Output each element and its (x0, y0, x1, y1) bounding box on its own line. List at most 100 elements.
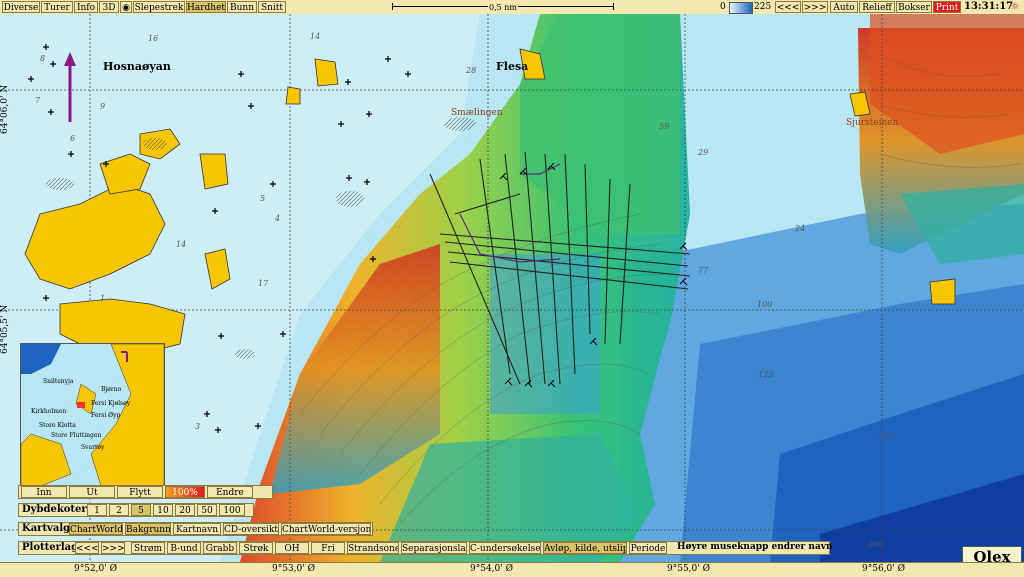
layer-separasjonslag-button[interactable]: Separasjonslag (401, 542, 467, 554)
menu-diverse[interactable]: Diverse (2, 1, 40, 13)
menu-info[interactable]: Info (74, 1, 98, 13)
depth-contour-2[interactable]: 2 (109, 504, 129, 516)
zoom-out-button[interactable]: Ut (69, 486, 115, 498)
layer-strok-button[interactable]: Strøk (239, 542, 273, 554)
depth-label: 28 (466, 66, 477, 75)
layer-strom-button[interactable]: Strøm (131, 542, 165, 554)
top-toolbar: Diverse Turer Info 3D ◉ Slepestrek Hardh… (0, 0, 1024, 15)
zoom-level-button[interactable]: 100% (165, 486, 205, 498)
minimap-label: Sniltenyja (43, 378, 74, 385)
cd-oversikt-button[interactable]: CD-oversikt (223, 523, 279, 535)
minimap-label: Fersi Kjølsøy (91, 400, 131, 407)
place-hosnaoyan: Hosnaøyan (103, 60, 171, 73)
bokser-button[interactable]: Bokser (896, 1, 932, 13)
depth-gradient (729, 2, 753, 14)
next-button[interactable]: >>> (802, 1, 828, 13)
depth-label: 9 (100, 102, 106, 111)
layer-strandsone-button[interactable]: Strandsone (347, 542, 399, 554)
menu-3d[interactable]: 3D (99, 1, 119, 13)
edit-button[interactable]: Endre (207, 486, 253, 498)
layer-fri-button[interactable]: Fri (311, 542, 345, 554)
depth-label: 29 (698, 148, 709, 157)
depth-contour-1[interactable]: 1 (87, 504, 107, 516)
sun-icon[interactable]: ☼ (1010, 0, 1020, 13)
print-button[interactable]: Print (933, 1, 961, 13)
chart-map[interactable]: Hosnaøyan Flesa Smælingen Sjursteinen 16… (0, 14, 1024, 568)
depth-label: 1 (100, 294, 106, 303)
depth-max-label: 225 (754, 2, 772, 12)
target-icon[interactable]: ◉ (120, 1, 132, 13)
depth-label: 360 (868, 540, 884, 549)
relieff-button[interactable]: Relieff (859, 1, 895, 13)
depth-contour-5[interactable]: 5 (131, 504, 151, 516)
place-sjursteinen: Sjursteinen (846, 118, 899, 128)
lon-label: 9°53,0' Ø (272, 564, 315, 574)
prev-button[interactable]: <<< (775, 1, 801, 13)
minimap-label: Store Fluttingen (51, 432, 102, 439)
depth-label: 24 (795, 224, 806, 233)
depth-label: 5 (260, 194, 266, 203)
scale-label: 0,5 nm (488, 3, 519, 12)
plotterlag-prev-button[interactable]: <<< (75, 542, 99, 554)
kartnavn-button[interactable]: Kartnavn (173, 523, 221, 535)
depth-contour-20[interactable]: 20 (175, 504, 195, 516)
depth-contour-100[interactable]: 100 (219, 504, 245, 516)
auto-button[interactable]: Auto (830, 1, 858, 13)
kartvalg-row: Kartvalg ChartWorld Bakgrunn Kartnavn CD… (18, 522, 373, 536)
plotterlag-hint: Høyre museknapp endrer navn (677, 542, 833, 552)
depth-label: 6 (70, 134, 76, 143)
minimap-label: Bjørno (101, 386, 122, 393)
dybdekoter-label: Dybdekoter (22, 504, 87, 515)
scale-bar-right-tick (613, 3, 614, 10)
lon-label: 9°56,0' Ø (862, 564, 905, 574)
depth-contour-10[interactable]: 10 (153, 504, 173, 516)
place-flesa: Flesa (496, 60, 529, 73)
minimap-label: Fersi Øyp (91, 412, 121, 419)
layer-avlop-button[interactable]: Avløp, kilde, utslip (543, 542, 627, 554)
place-smaelingen: Smælingen (451, 108, 503, 118)
chartworld-versjoner-button[interactable]: ChartWorld-versjoner (281, 523, 371, 535)
depth-label: 8 (40, 54, 46, 63)
depth-label: 3 (195, 422, 201, 431)
lon-label: 9°54,0' Ø (470, 564, 513, 574)
kartvalg-label: Kartvalg (22, 523, 71, 534)
lon-label: 9°52,0' Ø (74, 564, 117, 574)
dybdekoter-row: Dybdekoter 1 2 5 10 20 50 100 (18, 503, 254, 517)
layer-oh-button[interactable]: OH (275, 542, 309, 554)
scale-bar-left-tick (392, 3, 393, 10)
plotterlag-label: Plotterlag (22, 542, 79, 553)
layer-grabb-button[interactable]: Grabb (203, 542, 237, 554)
depth-contour-50[interactable]: 50 (197, 504, 217, 516)
clock: 13:31:17 (964, 1, 1014, 12)
depth-label: 16 (148, 34, 159, 43)
move-button[interactable]: Flytt (117, 486, 163, 498)
depth-label: 14 (176, 240, 187, 249)
bakgrunn-button[interactable]: Bakgrunn (125, 523, 171, 535)
depth-label: 100 (757, 300, 773, 309)
depth-label: 4 (275, 214, 281, 223)
menu-bunn[interactable]: Bunn (227, 1, 257, 13)
depth-label: 59 (659, 122, 670, 131)
menu-turer[interactable]: Turer (41, 1, 73, 13)
minimap-button-row: Inn Ut Flytt 100% Endre (18, 485, 273, 499)
depth-min-label: 0 (720, 2, 726, 12)
layer-bund-button[interactable]: B-und (167, 542, 201, 554)
minimap[interactable]: Sniltenyja Bjørno Kirkholmen Fersi Kjøls… (20, 343, 165, 487)
layer-c-undersokelser-button[interactable]: C-undersøkelser (469, 542, 541, 554)
depth-label: 77 (698, 266, 709, 275)
longitude-scale: 9°52,0' Ø 9°53,0' Ø 9°54,0' Ø 9°55,0' Ø … (0, 562, 1024, 577)
lat-label: 64°05,5' N (0, 304, 10, 354)
menu-hardhet[interactable]: Hardhet (186, 1, 226, 13)
menu-slepestrek[interactable]: Slepestrek (133, 1, 185, 13)
depth-label: 17 (258, 279, 269, 288)
minimap-label: Store Klotta (39, 422, 76, 429)
minimap-label: Svartøy (81, 444, 105, 451)
zoom-in-button[interactable]: Inn (21, 486, 67, 498)
depth-label: 14 (310, 32, 321, 41)
chartworld-button[interactable]: ChartWorld (69, 523, 123, 535)
depth-label: 219 (878, 432, 894, 441)
layer-periode-button[interactable]: Periode (629, 542, 667, 554)
depth-label: 7 (35, 96, 41, 105)
menu-snitt[interactable]: Snitt (258, 1, 286, 13)
plotterlag-next-button[interactable]: >>> (101, 542, 125, 554)
